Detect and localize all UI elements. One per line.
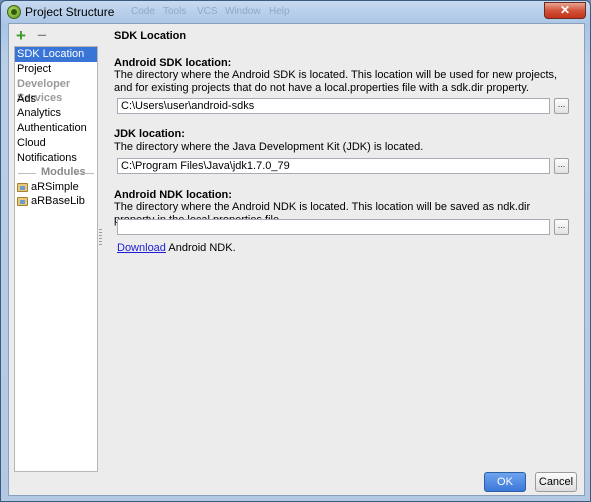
sidebar-item-notifications[interactable]: Notifications <box>15 151 97 166</box>
sidebar-item-sdk-location[interactable]: SDK Location <box>15 47 97 62</box>
sidebar: SDK Location Project Developer Services … <box>14 46 98 472</box>
module-label: aRSimple <box>31 181 79 194</box>
remove-module-icon[interactable]: − <box>37 26 47 46</box>
module-folder-icon <box>17 196 28 206</box>
jdk-browse-button[interactable]: ... <box>554 158 569 174</box>
download-ndk-link[interactable]: Download <box>117 242 166 254</box>
jdk-label: JDK location: <box>114 128 185 140</box>
sidebar-item-authentication[interactable]: Authentication <box>15 121 97 136</box>
project-structure-window: Project Structure Code Tools VCS Window … <box>0 0 591 502</box>
sidebar-item-analytics[interactable]: Analytics <box>15 106 97 121</box>
module-folder-icon <box>17 182 28 192</box>
add-module-icon[interactable]: + <box>16 26 26 46</box>
jdk-description: The directory where the Java Development… <box>114 141 424 153</box>
sidebar-item-cloud[interactable]: Cloud <box>15 136 97 151</box>
sidebar-header-modules: Modules <box>41 166 86 179</box>
sidebar-item-module-arbaselib[interactable]: aRBaseLib <box>15 194 97 208</box>
window-title: Project Structure <box>25 5 115 19</box>
jdk-path-input[interactable] <box>117 158 550 174</box>
ok-button[interactable]: OK <box>484 472 526 492</box>
android-sdk-path-input[interactable] <box>117 98 550 114</box>
module-label: aRBaseLib <box>31 195 85 208</box>
android-ndk-label: Android NDK location: <box>114 189 232 201</box>
background-menu-help: Help <box>269 6 290 17</box>
android-ndk-browse-button[interactable]: ... <box>554 219 569 235</box>
page-title: SDK Location <box>114 30 187 42</box>
title-bar[interactable]: Project Structure Code Tools VCS Window … <box>1 1 590 23</box>
android-sdk-label: Android SDK location: <box>114 57 232 69</box>
background-menu-code: Code <box>131 6 155 17</box>
background-menu-window: Window <box>225 6 261 17</box>
panel-splitter-handle[interactable] <box>99 229 102 247</box>
sidebar-item-module-arsimple[interactable]: aRSimple <box>15 180 97 194</box>
close-button[interactable]: ✕ <box>544 2 586 19</box>
android-studio-icon <box>7 5 21 19</box>
download-ndk-row: Download Android NDK. <box>117 242 236 254</box>
android-ndk-path-input[interactable] <box>117 219 550 235</box>
cancel-button[interactable]: Cancel <box>535 472 577 492</box>
android-sdk-browse-button[interactable]: ... <box>554 98 569 114</box>
dialog-body: + − SDK Location Project Developer Servi… <box>8 23 585 496</box>
modules-separator: Modules <box>15 166 97 180</box>
sidebar-item-project[interactable]: Project <box>15 62 97 77</box>
background-menu-tools: Tools <box>163 6 187 17</box>
download-ndk-suffix: Android NDK. <box>165 242 236 254</box>
background-menu-vcs: VCS <box>197 6 218 17</box>
android-sdk-description: The directory where the Android SDK is l… <box>114 69 558 94</box>
sidebar-header-developer-services: Developer Services <box>17 77 71 104</box>
